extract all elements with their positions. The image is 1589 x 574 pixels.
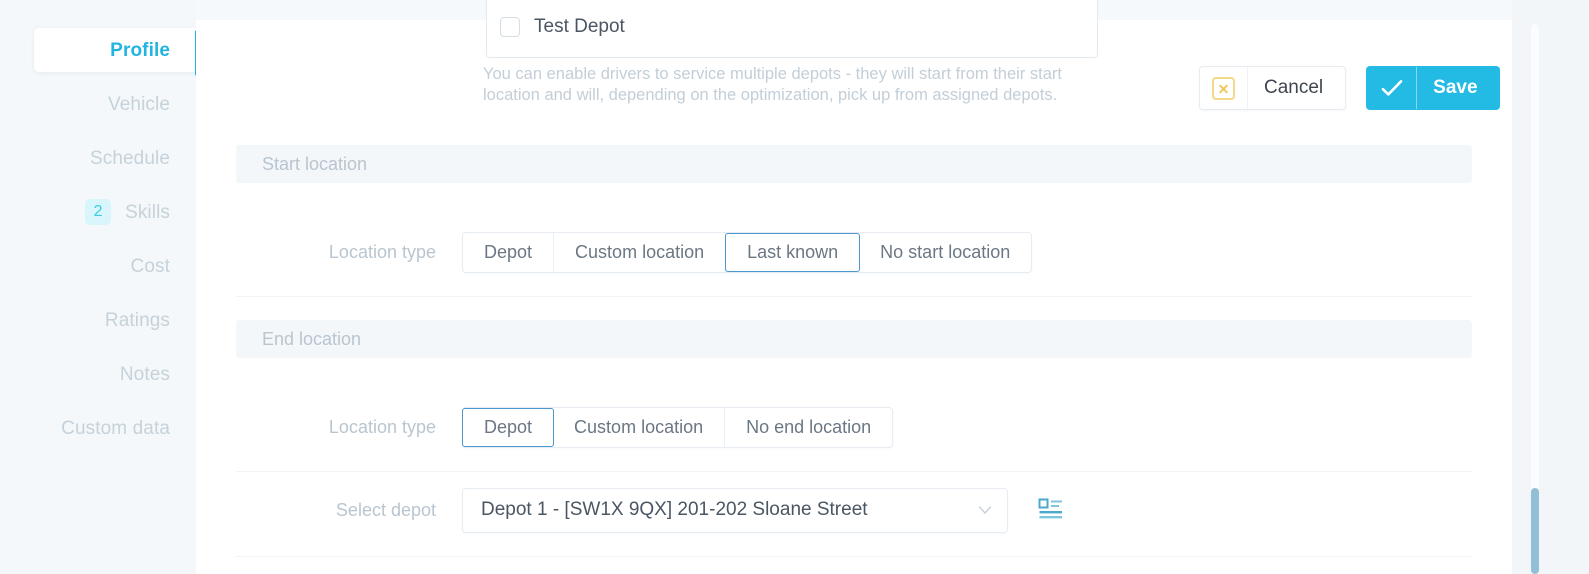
seg-start-depot[interactable]: Depot: [463, 232, 555, 272]
checkbox-icon[interactable]: [500, 17, 520, 37]
location-type-label: Location type: [328, 241, 436, 262]
section-title: End location: [262, 328, 362, 349]
seg-label: No start location: [880, 241, 1011, 262]
check-icon: [1381, 80, 1403, 96]
button-divider: [1416, 67, 1418, 109]
seg-label: No end location: [746, 416, 872, 437]
section-title: Start location: [262, 153, 368, 174]
driver-profile-panel: Profile Vehicle Schedule 2 Skills Cost R…: [0, 0, 1589, 574]
divider: [236, 556, 1472, 557]
seg-start-custom-location[interactable]: Custom location: [554, 232, 727, 272]
end-location-type-row: Location type Depot Custom location No e…: [236, 397, 1472, 457]
sidebar: Profile Vehicle Schedule 2 Skills Cost R…: [0, 0, 196, 574]
sidebar-item-label: Schedule: [89, 147, 170, 169]
depot-hint-line-1: You can enable drivers to service multip…: [483, 65, 1062, 83]
seg-start-no-start-location[interactable]: No start location: [859, 233, 1031, 272]
sidebar-item-label: Custom data: [61, 417, 170, 439]
sidebar-item-label: Notes: [119, 363, 170, 385]
sidebar-item-custom-data[interactable]: Custom data: [0, 406, 196, 450]
divider: [236, 471, 1472, 472]
sidebar-item-skills[interactable]: 2 Skills: [0, 190, 196, 234]
sidebar-item-profile[interactable]: Profile: [34, 28, 196, 72]
x-square-icon: [1212, 76, 1235, 100]
depot-hint-text: You can enable drivers to service multip…: [483, 64, 1083, 106]
location-type-label: Location type: [328, 416, 436, 437]
seg-start-last-known[interactable]: Last known: [725, 232, 861, 272]
start-location-type-row: Location type Depot Custom location Last…: [236, 222, 1472, 282]
sidebar-item-label: Profile: [110, 39, 170, 61]
depot-option-row[interactable]: Test Depot: [500, 13, 625, 41]
cancel-button-label: Cancel: [1264, 77, 1324, 98]
select-depot-label: Select depot: [335, 499, 436, 520]
seg-label: Custom location: [574, 416, 704, 437]
skills-count-badge: 2: [85, 199, 112, 225]
start-location-type-group: Depot Custom location Last known No star…: [462, 231, 1033, 273]
scrollbar-thumb[interactable]: [1531, 488, 1539, 574]
depot-list-icon[interactable]: [1038, 497, 1064, 523]
depot-multiselect-box[interactable]: Test Depot: [486, 0, 1098, 58]
sidebar-item-label: Skills: [125, 201, 170, 223]
select-depot-row: Select depot Depot 1 - [SW1X 9QX] 201-20…: [236, 480, 1472, 540]
seg-label: Depot: [484, 416, 533, 437]
seg-label: Depot: [484, 241, 533, 262]
section-header-end-location: End location: [236, 320, 1472, 358]
sidebar-item-schedule[interactable]: Schedule: [0, 136, 196, 180]
sidebar-item-ratings[interactable]: Ratings: [0, 298, 196, 342]
save-button-label: Save: [1433, 77, 1478, 98]
select-depot-value: Depot 1 - [SW1X 9QX] 201-202 Sloane Stre…: [481, 499, 868, 520]
seg-end-depot[interactable]: Depot: [462, 407, 555, 447]
end-location-type-group: Depot Custom location No end location: [462, 406, 894, 448]
sidebar-item-label: Cost: [130, 255, 170, 277]
seg-end-no-end-location[interactable]: No end location: [725, 408, 892, 447]
save-button[interactable]: Save: [1366, 66, 1500, 110]
select-depot-dropdown[interactable]: Depot 1 - [SW1X 9QX] 201-202 Sloane Stre…: [462, 487, 1008, 533]
action-buttons: Cancel Save: [1199, 66, 1500, 110]
seg-label: Last known: [747, 241, 839, 262]
depot-option-label: Test Depot: [534, 16, 625, 37]
section-header-start-location: Start location: [236, 145, 1472, 183]
chevron-down-icon: [978, 506, 992, 514]
seg-label: Custom location: [575, 241, 705, 262]
sidebar-item-cost[interactable]: Cost: [0, 244, 196, 288]
cancel-button[interactable]: Cancel: [1199, 66, 1347, 110]
sidebar-item-notes[interactable]: Notes: [0, 352, 196, 396]
main-content-panel: Test Depot You can enable drivers to ser…: [196, 0, 1512, 574]
seg-end-custom-location[interactable]: Custom location: [553, 407, 726, 447]
button-divider: [1247, 67, 1248, 109]
depot-hint-line-2: location and will, depending on the opti…: [483, 86, 1058, 104]
sidebar-item-vehicle[interactable]: Vehicle: [0, 82, 196, 126]
sidebar-item-label: Vehicle: [108, 93, 170, 115]
divider: [236, 296, 1472, 297]
sidebar-item-label: Ratings: [104, 309, 170, 331]
